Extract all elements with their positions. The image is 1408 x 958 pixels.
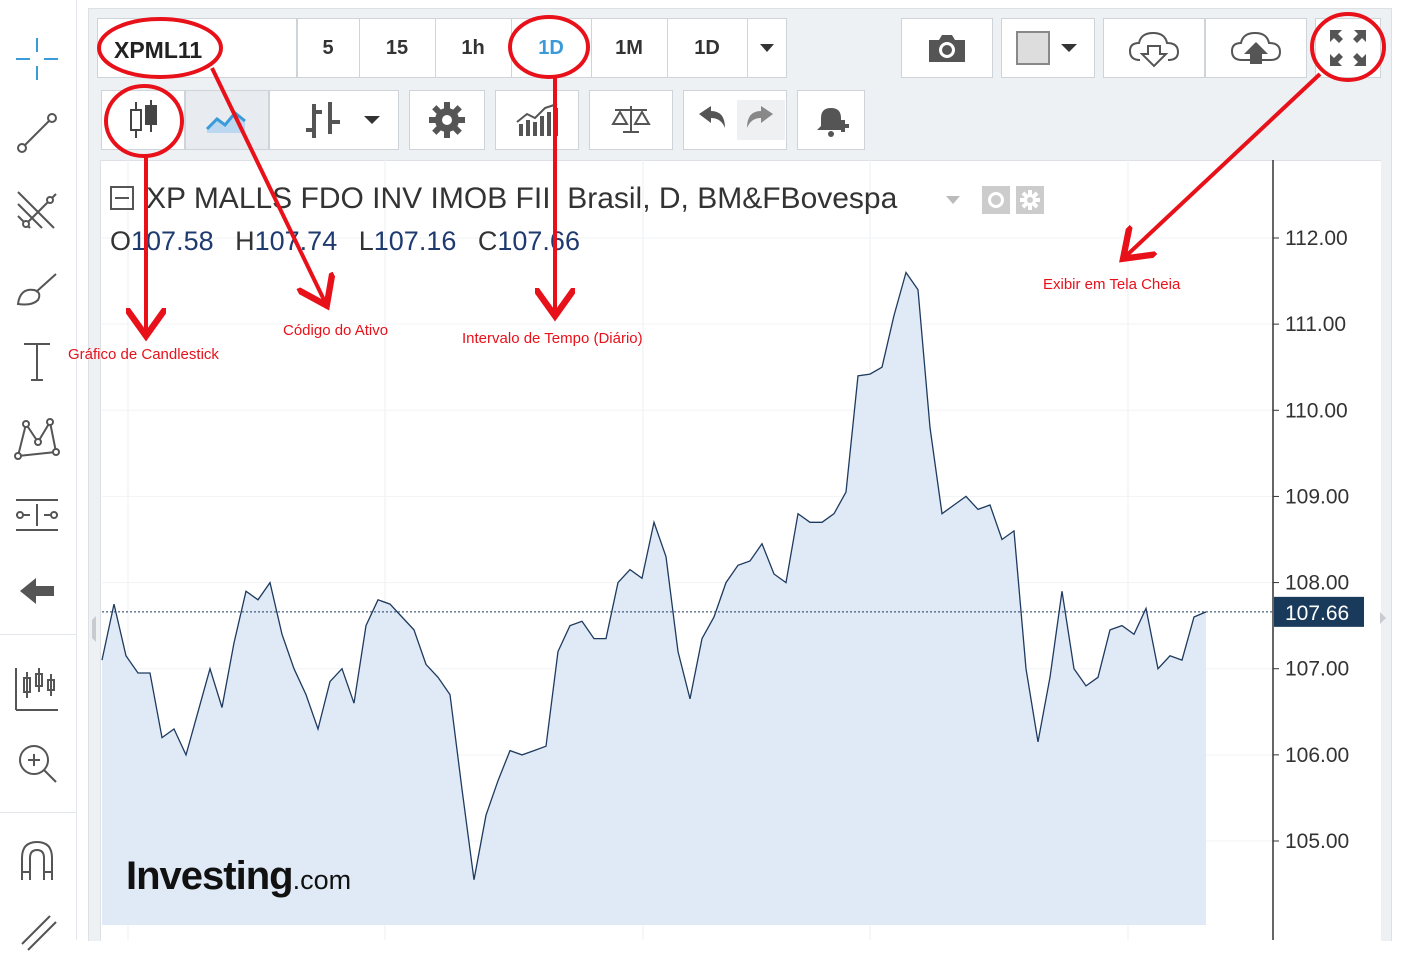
right-scroll-handle xyxy=(1380,612,1386,624)
logo-main: Investing xyxy=(126,854,294,898)
title-dropdown-icon[interactable] xyxy=(946,196,960,204)
y-tick-label: 109.00 xyxy=(1285,485,1349,508)
open-label: O xyxy=(110,226,132,256)
close-value: 107.66 xyxy=(497,226,580,256)
y-tick-label: 107.00 xyxy=(1285,658,1349,681)
collapse-legend-icon[interactable] xyxy=(110,186,134,210)
series-settings-icon[interactable] xyxy=(1016,186,1044,214)
last-price-label: 107.66 xyxy=(1285,602,1349,625)
price-area xyxy=(102,272,1206,925)
low-label: L xyxy=(358,226,374,256)
low-value: 107.16 xyxy=(373,226,457,256)
annotation-fullscreen: Exibir em Tela Cheia xyxy=(1043,276,1181,293)
high-label: H xyxy=(235,226,255,256)
y-tick-label: 110.00 xyxy=(1285,399,1348,422)
y-tick-label: 106.00 xyxy=(1285,744,1349,767)
y-tick-label: 105.00 xyxy=(1285,830,1349,853)
annotation-candlestick: Gráfico de Candlestick xyxy=(68,346,219,363)
y-tick-label: 112.00 xyxy=(1285,227,1348,250)
open-value: 107.58 xyxy=(131,226,214,256)
ohlc-readout: O107.58 H107.74 L107.16 C107.66 xyxy=(110,226,594,257)
visibility-icon[interactable] xyxy=(982,186,1010,214)
logo-suffix: .com xyxy=(292,865,352,895)
y-tick-label: 108.00 xyxy=(1285,572,1349,595)
close-label: C xyxy=(477,226,498,256)
chart-title: XP MALLS FDO INV IMOB FII, Brasil, D, BM… xyxy=(146,182,898,215)
annotation-symbol: Código do Ativo xyxy=(283,322,389,339)
y-tick-label: 111.00 xyxy=(1285,313,1346,336)
left-scroll-handle xyxy=(92,616,96,642)
price-chart: 112.00 111.00 110.00 109.00 108.00 107.00 106.… xyxy=(92,160,1386,940)
high-value: 107.74 xyxy=(254,226,338,256)
annotation-interval: Intervalo de Tempo (Diário) xyxy=(462,330,643,347)
investing-logo: Investing.com xyxy=(126,854,351,899)
